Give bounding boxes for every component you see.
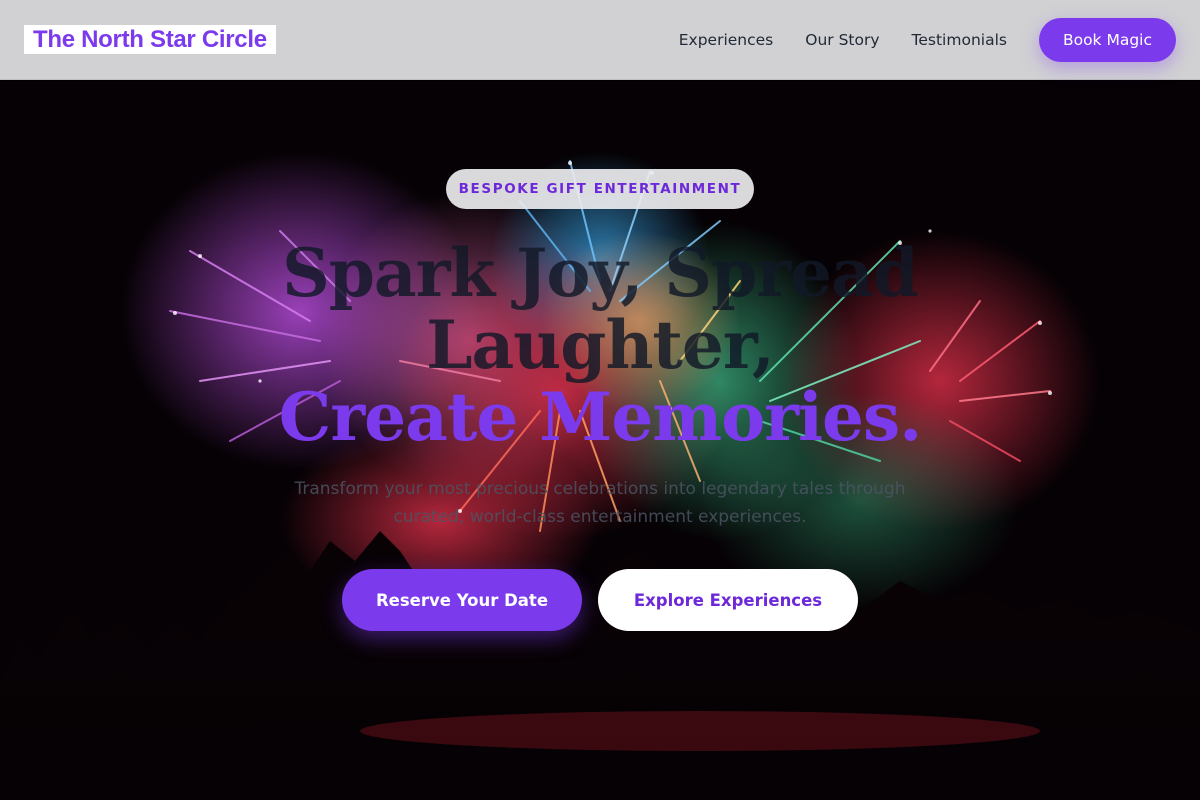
nav-link-experiences[interactable]: Experiences bbox=[679, 31, 774, 49]
hero-section: BESPOKE GIFT ENTERTAINMENT Spark Joy, Sp… bbox=[0, 81, 1200, 800]
hero-badge: BESPOKE GIFT ENTERTAINMENT bbox=[446, 169, 754, 209]
main-nav: Experiences Our Story Testimonials Book … bbox=[679, 17, 1176, 62]
hero-headline: Spark Joy, Spread Laughter, Create Memor… bbox=[200, 237, 1000, 453]
nav-link-testimonials[interactable]: Testimonials bbox=[912, 31, 1007, 49]
hero-subtitle: Transform your most precious celebration… bbox=[294, 479, 906, 527]
headline-line-1: Spark Joy, Spread bbox=[282, 234, 919, 312]
explore-experiences-button[interactable]: Explore Experiences bbox=[598, 569, 858, 631]
headline-line-3: Create Memories. bbox=[278, 378, 922, 456]
site-header: The North Star Circle Experiences Our St… bbox=[0, 0, 1200, 80]
brand-logo[interactable]: The North Star Circle bbox=[24, 25, 276, 54]
nav-link-our-story[interactable]: Our Story bbox=[805, 31, 879, 49]
reserve-date-button[interactable]: Reserve Your Date bbox=[342, 569, 582, 631]
book-magic-button[interactable]: Book Magic bbox=[1038, 17, 1176, 62]
headline-line-2: Laughter, bbox=[426, 306, 775, 384]
